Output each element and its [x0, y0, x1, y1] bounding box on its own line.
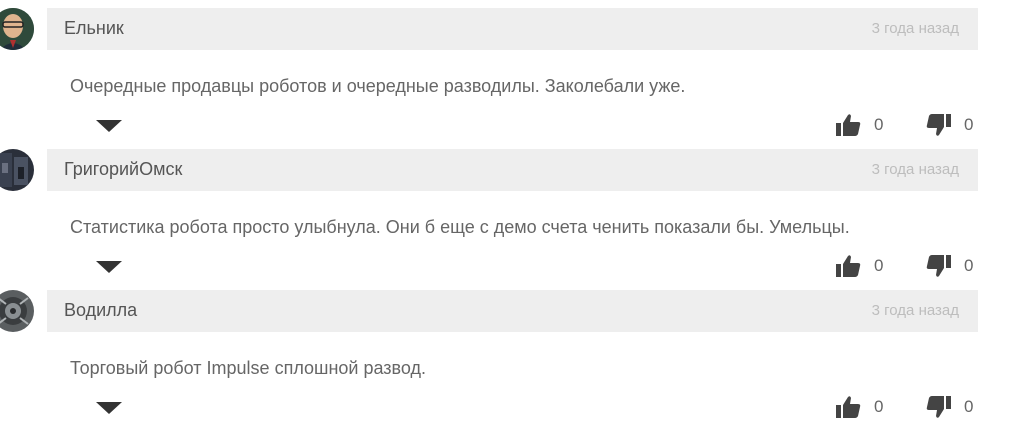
author-name[interactable]: Ельник — [64, 18, 124, 39]
thumbs-up-icon — [836, 114, 861, 136]
author-name[interactable]: Водилла — [64, 300, 137, 321]
comment-timestamp: 3 года назад — [871, 161, 959, 178]
comment-timestamp: 3 года назад — [871, 20, 959, 37]
dislike-button[interactable]: 0 — [926, 112, 973, 138]
thumbs-down-icon — [926, 114, 951, 136]
comment-header: Водилла 3 года назад — [47, 290, 978, 332]
like-button[interactable]: 0 — [835, 394, 883, 420]
comment: Ельник 3 года назад Очередные продавцы р… — [0, 8, 1024, 148]
comment-text: Очередные продавцы роботов и очередные р… — [70, 76, 686, 96]
like-count: 0 — [874, 256, 884, 275]
comment-text: Статистика робота просто улыбнула. Они б… — [70, 217, 850, 237]
comment-timestamp: 3 года назад — [871, 302, 959, 319]
avatar[interactable] — [0, 8, 34, 50]
expand-replies-toggle[interactable] — [95, 118, 123, 134]
avatar[interactable] — [0, 290, 34, 332]
dislike-button[interactable]: 0 — [926, 253, 973, 279]
comment-header: Ельник 3 года назад — [47, 8, 978, 50]
expand-replies-toggle[interactable] — [95, 259, 123, 275]
dislike-count: 0 — [964, 397, 974, 416]
dislike-count: 0 — [964, 115, 974, 134]
dislike-button[interactable]: 0 — [926, 394, 973, 420]
avatar[interactable] — [0, 149, 34, 191]
like-button[interactable]: 0 — [835, 112, 883, 138]
like-count: 0 — [874, 115, 884, 134]
comment: Водилла 3 года назад Торговый робот Impu… — [0, 290, 1024, 430]
expand-replies-toggle[interactable] — [95, 400, 123, 416]
thumbs-down-icon — [926, 396, 951, 418]
thumbs-up-icon — [836, 255, 861, 277]
triangle-down-icon — [96, 402, 122, 414]
triangle-down-icon — [96, 120, 122, 132]
author-name[interactable]: ГригорийОмск — [64, 159, 182, 180]
comment-text: Торговый робот Impulse сплошной развод. — [70, 358, 427, 378]
comment: ГригорийОмск 3 года назад Статистика роб… — [0, 149, 1024, 289]
comment-header: ГригорийОмск 3 года назад — [47, 149, 978, 191]
triangle-down-icon — [96, 261, 122, 273]
like-button[interactable]: 0 — [835, 253, 883, 279]
like-count: 0 — [874, 397, 884, 416]
thumbs-down-icon — [926, 255, 951, 277]
dislike-count: 0 — [964, 256, 974, 275]
thumbs-up-icon — [836, 396, 861, 418]
